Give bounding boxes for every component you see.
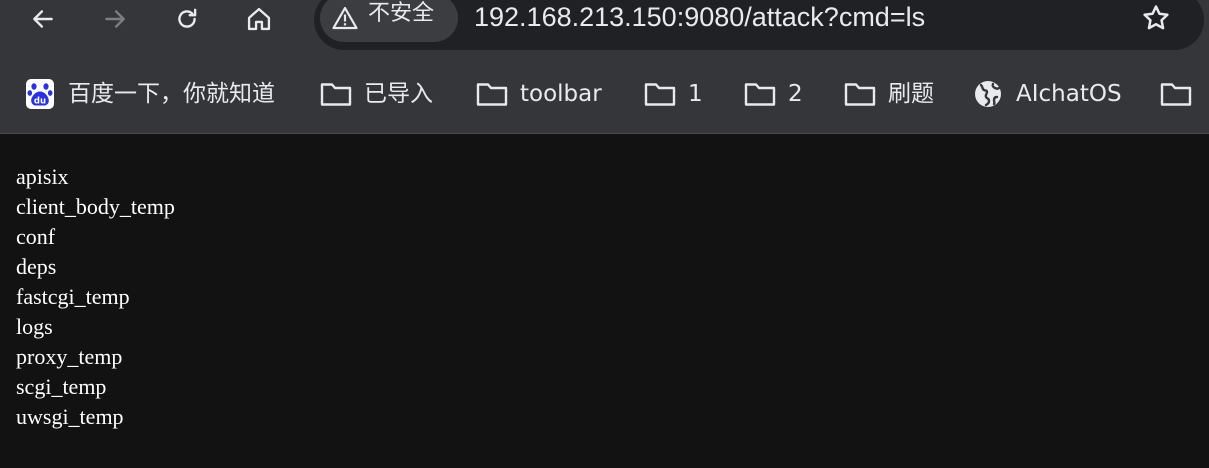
warning-triangle-icon bbox=[332, 6, 358, 30]
command-output: apisix client_body_tempconf deps fastcgi_te… bbox=[16, 162, 175, 432]
bookmark-folder-2[interactable]: 2 bbox=[744, 70, 803, 118]
output-line: deps bbox=[16, 254, 57, 279]
output-line: logs bbox=[16, 314, 53, 339]
reload-button[interactable] bbox=[172, 4, 202, 34]
bookmarks-bar: du 百度一下，你就知道 已导入 toolbar 1 2 刷题 AIchatOS bbox=[0, 70, 1209, 118]
folder-icon bbox=[1160, 78, 1192, 110]
star-outline-icon bbox=[1143, 5, 1169, 30]
forward-button[interactable] bbox=[100, 4, 130, 34]
folder-icon bbox=[744, 78, 776, 110]
bookmark-label: AIchatOS bbox=[1016, 81, 1122, 107]
svg-text:du: du bbox=[34, 97, 46, 107]
folder-icon bbox=[644, 78, 676, 110]
bookmark-baidu[interactable]: du 百度一下，你就知道 bbox=[24, 70, 275, 118]
browser-toolbar: 不安全 192.168.213.150:9080/attack?cmd=ls bbox=[0, 0, 1209, 56]
bookmark-star-button[interactable] bbox=[1138, 0, 1174, 36]
bookmark-label: 已导入 bbox=[364, 81, 433, 107]
bookmark-label: 2 bbox=[788, 81, 803, 107]
back-button[interactable] bbox=[28, 4, 58, 34]
folder-icon bbox=[844, 78, 876, 110]
output-line: uwsgi_temp bbox=[16, 404, 124, 429]
bookmark-folder-1[interactable]: 1 bbox=[644, 70, 703, 118]
security-indicator[interactable]: 不安全 bbox=[320, 0, 458, 42]
output-line: fastcgi_temp bbox=[16, 284, 130, 309]
browser-chrome: 不安全 192.168.213.150:9080/attack?cmd=ls d… bbox=[0, 0, 1209, 134]
bookmark-folder-toolbar[interactable]: toolbar bbox=[476, 70, 602, 118]
bookmark-folder-overflow[interactable] bbox=[1160, 70, 1192, 118]
home-icon bbox=[247, 7, 271, 31]
bookmark-label: 1 bbox=[688, 81, 703, 107]
arrow-right-icon bbox=[105, 10, 125, 28]
output-line: client_body_temp bbox=[16, 194, 175, 219]
bookmark-aichatos[interactable]: AIchatOS bbox=[972, 70, 1122, 118]
output-line: scgi_temp bbox=[16, 374, 107, 399]
output-line: conf bbox=[16, 224, 56, 249]
reload-icon bbox=[178, 8, 197, 28]
bookmark-folder-imported[interactable]: 已导入 bbox=[320, 70, 433, 118]
bookmark-label: 刷题 bbox=[888, 81, 934, 107]
url-text[interactable]: 192.168.213.150:9080/attack?cmd=ls bbox=[474, 1, 925, 33]
output-line: apisix bbox=[16, 164, 69, 189]
bookmark-label: 百度一下，你就知道 bbox=[68, 81, 275, 107]
security-label: 不安全 bbox=[368, 1, 435, 26]
arrow-left-icon bbox=[33, 10, 53, 28]
folder-icon bbox=[320, 78, 352, 110]
folder-icon bbox=[476, 78, 508, 110]
globe-icon bbox=[972, 78, 1004, 110]
output-line: proxy_temp bbox=[16, 344, 123, 369]
baidu-paw-icon: du bbox=[24, 78, 56, 110]
bookmark-folder-practice[interactable]: 刷题 bbox=[844, 70, 934, 118]
home-button[interactable] bbox=[244, 4, 274, 34]
bookmark-label: toolbar bbox=[520, 81, 602, 107]
